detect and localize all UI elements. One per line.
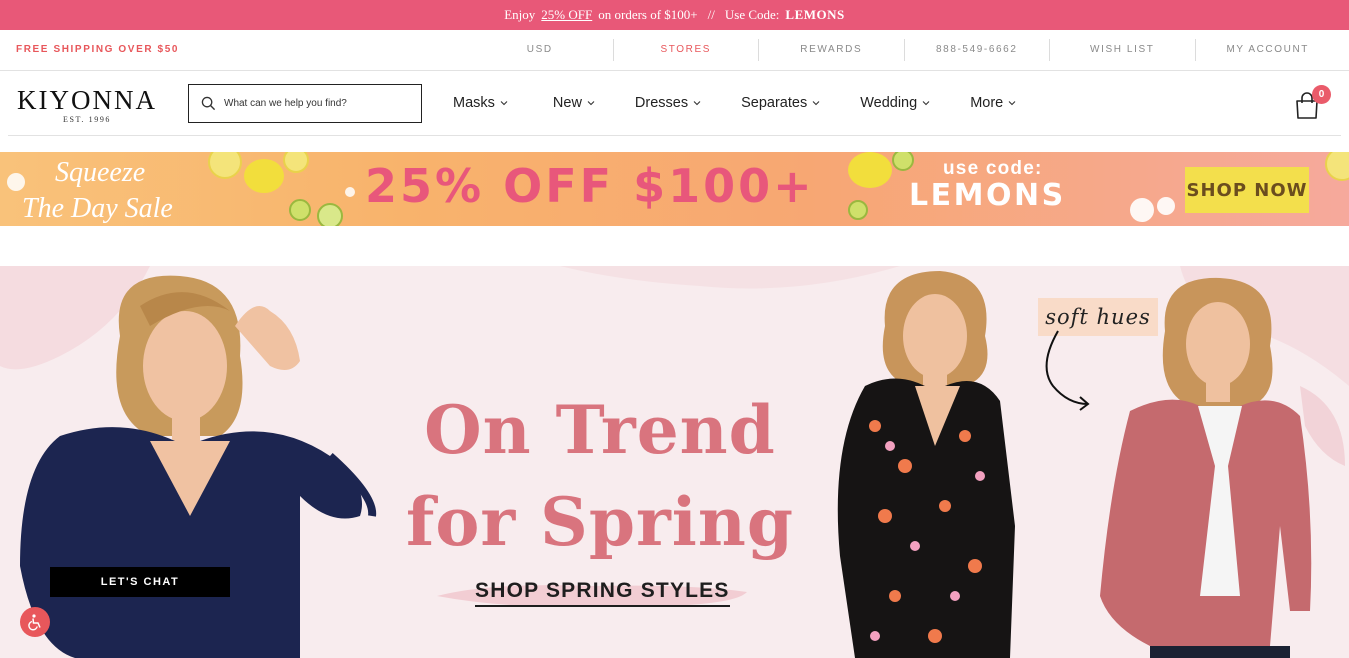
search-box[interactable] [188, 84, 422, 123]
wish-list-link[interactable]: WISH LIST [1049, 39, 1195, 61]
chevron-down-icon [1008, 101, 1016, 106]
utility-links: USD STORES REWARDS 888-549-6662 WISH LIS… [467, 39, 1340, 61]
logo[interactable]: KIYONNA EST. 1996 [12, 85, 162, 125]
search-icon[interactable] [201, 96, 216, 111]
logo-established: EST. 1996 [62, 115, 112, 124]
sale-title: Squeeze The Day Sale [22, 155, 173, 226]
phone-link[interactable]: 888-549-6662 [903, 39, 1050, 61]
menu-item-separates[interactable]: Separates [741, 95, 820, 111]
logo-name: KIYONNA [17, 85, 157, 115]
flower-decoration [1130, 197, 1175, 222]
hero-headline-line-1: On Trend [424, 391, 776, 469]
menu-item-wedding[interactable]: Wedding [860, 95, 930, 111]
menu-item-dresses[interactable]: Dresses [635, 95, 701, 111]
promo-separator: // [707, 7, 715, 22]
utility-bar: FREE SHIPPING OVER $50 USD STORES REWARD… [0, 30, 1349, 71]
menu-item-more[interactable]: More [970, 95, 1016, 111]
main-header: KIYONNA EST. 1996 Masks New Dresses Sepa… [8, 71, 1341, 136]
lets-chat-button[interactable]: LET'S CHAT [50, 567, 230, 597]
accessibility-button[interactable] [20, 607, 50, 637]
menu-item-label: Dresses [634, 95, 689, 111]
shop-spring-styles-link[interactable]: SHOP SPRING STYLES [475, 579, 730, 607]
hero-headline-line-2: for Spring [406, 483, 794, 561]
model-right-image [1100, 277, 1312, 658]
search-input[interactable] [224, 98, 414, 109]
promo-prefix: Enjoy [504, 7, 536, 22]
my-account-link[interactable]: MY ACCOUNT [1194, 39, 1341, 61]
free-shipping-text: FREE SHIPPING OVER $50 [16, 44, 180, 55]
sale-title-line-1: Squeeze [55, 157, 146, 188]
menu-item-label: Masks [453, 95, 495, 111]
menu-item-label: New [552, 95, 582, 111]
hero-headline: On Trend for Spring [380, 384, 820, 568]
stores-link[interactable]: STORES [612, 39, 759, 61]
sale-banner[interactable]: Squeeze The Day Sale 25% OFF $100+ use c… [0, 152, 1349, 226]
promo-offer-link[interactable]: 25% OFF [541, 7, 592, 23]
model-left-image [20, 275, 377, 658]
sale-code: LEMONS [909, 178, 1066, 213]
hero-banner[interactable]: On Trend for Spring SHOP SPRING STYLES s… [0, 266, 1349, 658]
sale-offer: 25% OFF $100+ [365, 159, 815, 213]
model-floral-dress-image [837, 271, 1015, 658]
chevron-down-icon [922, 101, 930, 106]
chevron-down-icon [812, 101, 820, 106]
chevron-down-icon [693, 101, 701, 106]
promo-code: LEMONS [785, 7, 845, 22]
promo-bar: Enjoy 25% OFF on orders of $100+ // Use … [0, 0, 1349, 30]
promo-suffix: on orders of $100+ [598, 7, 698, 22]
menu-item-masks[interactable]: Masks [453, 95, 508, 111]
main-menu: Masks New Dresses Separates Wedding More [436, 71, 1016, 135]
wheelchair-icon [28, 614, 41, 631]
shop-now-button[interactable]: SHOP NOW [1185, 167, 1309, 213]
chevron-down-icon [500, 101, 508, 106]
cart-button[interactable]: 0 [1294, 85, 1331, 119]
rewards-link[interactable]: REWARDS [758, 39, 904, 61]
use-code-label: use code: [943, 158, 1043, 179]
lemon-decoration-edge [1325, 152, 1349, 181]
currency-selector[interactable]: USD [467, 39, 613, 61]
menu-item-label: Wedding [860, 95, 918, 111]
curved-arrow-icon [1045, 330, 1090, 411]
cart-count-badge: 0 [1312, 85, 1331, 104]
menu-item-label: More [970, 95, 1004, 111]
menu-item-label: Separates [741, 95, 808, 111]
menu-item-new[interactable]: New [553, 95, 595, 111]
sale-title-line-2: The Day Sale [22, 193, 173, 224]
chevron-down-icon [587, 101, 595, 106]
promo-code-label: Use Code: [724, 7, 780, 22]
